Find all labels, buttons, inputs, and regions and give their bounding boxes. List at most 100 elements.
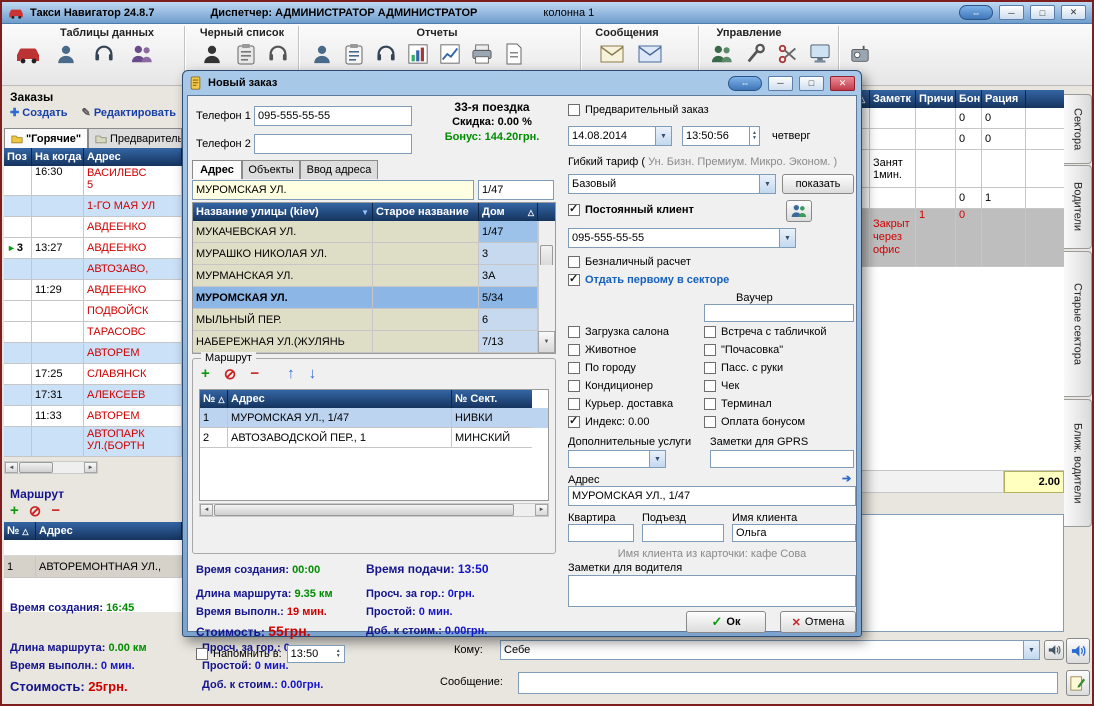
tab-address[interactable]: Адрес [192, 160, 242, 179]
spinner-icon[interactable]: ▲▼ [749, 127, 759, 145]
gprs-notes-input[interactable] [710, 450, 854, 468]
order-row[interactable]: 16:30 ВАСИЛЕВС5 [4, 166, 182, 196]
manage-scissors-icon[interactable] [774, 40, 802, 68]
close-button[interactable]: ✕ [1061, 5, 1086, 20]
street-col-house[interactable]: Дом△ [479, 203, 538, 221]
order-row[interactable]: 1-ГО МАЯ УЛ [4, 196, 182, 217]
edit-order-link[interactable]: ✎ Редактировать [82, 106, 177, 119]
street-search-input[interactable]: МУРОМСКАЯ УЛ. [192, 180, 474, 200]
swap-window-button[interactable]: ⇔ [959, 5, 993, 20]
ok-button[interactable]: ✓ Ок [686, 611, 766, 633]
blacklist-phone-icon[interactable] [264, 40, 292, 68]
route-hscrollbar[interactable]: ◄ ► [199, 503, 549, 517]
option-bonus-pay-checkbox[interactable] [704, 416, 716, 428]
driver-row[interactable]: Занят 1мин. [858, 150, 1064, 188]
voice-button[interactable] [1044, 640, 1064, 660]
option-ac-checkbox[interactable] [568, 380, 580, 392]
street-row-selected[interactable]: МУРОМСКАЯ УЛ. 5/34 [193, 287, 555, 309]
option-hourly-checkbox[interactable] [704, 344, 716, 356]
clients-table-icon[interactable] [52, 40, 80, 68]
new-message-button[interactable] [1066, 670, 1090, 696]
manage-radio-icon[interactable] [846, 40, 874, 68]
manage-tools-icon[interactable] [742, 40, 770, 68]
order-row[interactable]: АВТОРЕМ [4, 343, 182, 364]
driver-row[interactable]: 0 0 [858, 129, 1064, 150]
message-to-combo[interactable]: Себе [500, 640, 1040, 660]
order-row[interactable]: 11:33 АВТОРЕМ [4, 406, 182, 427]
route-col-addr[interactable]: Адрес [228, 390, 452, 408]
tab-sectors[interactable]: Сектора [1064, 94, 1092, 164]
apartment-input[interactable] [568, 524, 634, 542]
remind-time-input[interactable]: 13:50 ▲▼ [287, 645, 345, 663]
orders-col-pos[interactable]: Поз [4, 148, 32, 166]
dlg-address-input[interactable]: МУРОМСКАЯ УЛ., 1/47 [568, 486, 856, 506]
drivers-col-note[interactable]: Заметк [870, 90, 916, 108]
first-in-sector-checkbox[interactable] [568, 274, 580, 286]
dropdown-icon[interactable] [1023, 641, 1039, 659]
blacklist-client-icon[interactable] [198, 40, 226, 68]
order-row[interactable]: 11:29 АВДЕЕНКО [4, 280, 182, 301]
driver-row[interactable]: 0 0 [858, 108, 1064, 129]
order-row[interactable]: ПОДВОЙСК [4, 301, 182, 322]
manage-users-icon[interactable] [708, 40, 736, 68]
drivers-table-icon[interactable] [128, 40, 156, 68]
message-inbox-icon[interactable] [636, 40, 664, 68]
route-remove-point-icon[interactable]: − [250, 365, 259, 383]
orders-hscrollbar[interactable]: ◄ ► [4, 461, 98, 474]
route-left-row[interactable]: 1 АВТОРЕМОНТНАЯ УЛ., [4, 556, 182, 578]
order-row[interactable]: 17:31 АЛЕКСЕЕВ [4, 385, 182, 406]
tab-hot-orders[interactable]: "Горячие" [4, 128, 88, 148]
report-dispatch-icon[interactable] [372, 40, 400, 68]
orders-col-when[interactable]: На когда [32, 148, 84, 166]
pre-order-checkbox[interactable] [568, 104, 580, 116]
tab-address-input[interactable]: Ввод адреса [300, 160, 378, 179]
order-row-active[interactable]: ► 3 13:27 АВДЕЕНКО [4, 238, 182, 259]
route-col-sector[interactable]: № Сект. [452, 390, 532, 408]
client-phone-combo[interactable]: 095-555-55-55 [568, 228, 796, 248]
street-col-name[interactable]: Название улицы (kiev)▼ [193, 203, 373, 221]
option-sign-checkbox[interactable] [704, 326, 716, 338]
tab-old-sectors[interactable]: Старые сектора [1064, 251, 1092, 397]
voucher-input[interactable] [704, 304, 854, 322]
option-pass-checkbox[interactable] [704, 362, 716, 374]
tab-objects[interactable]: Объекты [242, 160, 300, 179]
order-row[interactable]: АВТОПАРКУЛ.(БОРТН [4, 427, 182, 457]
dialog-minimize-button[interactable]: ─ [768, 76, 793, 91]
order-row[interactable]: 17:25 СЛАВЯНСК [4, 364, 182, 385]
report-printer-icon[interactable] [468, 40, 496, 68]
dialog-swap-button[interactable]: ⇔ [728, 76, 762, 91]
regular-client-checkbox[interactable] [568, 204, 580, 216]
option-courier-checkbox[interactable] [568, 398, 580, 410]
street-col-old[interactable]: Старое название [373, 203, 479, 221]
tariff-combo[interactable]: Базовый [568, 174, 776, 194]
cashless-checkbox[interactable] [568, 256, 580, 268]
route-target-icon[interactable]: ⊘ [29, 502, 42, 520]
option-city-checkbox[interactable] [568, 362, 580, 374]
report-chart-icon[interactable] [404, 40, 432, 68]
report-orders-icon[interactable] [340, 40, 368, 68]
dispatchers-table-icon[interactable] [90, 40, 118, 68]
route-target-point-icon[interactable]: ⊘ [224, 365, 237, 383]
option-index-checkbox[interactable] [568, 416, 580, 428]
house-input[interactable]: 1/47 [478, 180, 554, 200]
drivers-col-reason[interactable]: Причи [916, 90, 956, 108]
route-row-selected[interactable]: 1 МУРОМСКАЯ УЛ., 1/47 НИВКИ [200, 408, 548, 428]
tab-near-drivers[interactable]: Ближ. водители [1064, 399, 1092, 527]
order-row[interactable]: АВТОЗАВО, [4, 259, 182, 280]
entrance-input[interactable] [642, 524, 724, 542]
orders-col-addr[interactable]: Адрес [84, 148, 182, 166]
extra-services-combo[interactable] [568, 450, 666, 468]
driver-row-closed[interactable]: Закрыт через офис 1 0 [858, 209, 1064, 267]
cars-table-icon[interactable] [14, 40, 42, 68]
route-left-col-addr[interactable]: Адрес [36, 522, 182, 540]
show-tariff-button[interactable]: показать [782, 174, 854, 194]
address-arrow-icon[interactable]: ➔ [842, 472, 851, 485]
blacklist-list-icon[interactable] [232, 40, 260, 68]
street-row[interactable]: МУКАЧЕВСКАЯ УЛ. 1/47 [193, 221, 555, 243]
driver-row[interactable]: 0 1 [858, 188, 1064, 209]
drivers-col-radio[interactable]: Рация [982, 90, 1026, 108]
report-graph-icon[interactable] [436, 40, 464, 68]
message-text-input[interactable] [518, 672, 1058, 694]
route-add-point-icon[interactable]: + [201, 365, 210, 383]
report-doc-icon[interactable] [500, 40, 528, 68]
